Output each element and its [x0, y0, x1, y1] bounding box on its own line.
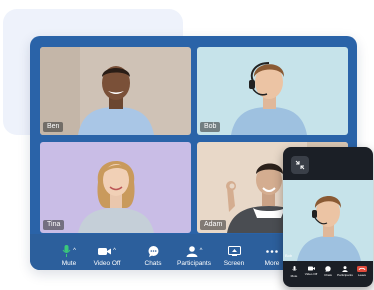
video-camera-icon — [307, 266, 315, 271]
mobile-participant-name: Bob — [285, 253, 293, 258]
mobile-mute-label: Mute — [290, 274, 298, 278]
mute-label: Mute — [61, 260, 77, 267]
participant-name-tag: Ben — [43, 122, 64, 132]
participant-video — [197, 47, 348, 135]
participant-name-tag: Adam — [200, 220, 227, 230]
chat-bubble-icon — [325, 266, 331, 272]
mobile-preview: Bob Mute Video Off Chats Participants Le… — [283, 147, 373, 287]
mobile-chats-button[interactable]: Chats — [321, 266, 335, 277]
mobile-chats-label: Chats — [324, 273, 332, 277]
mobile-video-label: Video Off — [304, 272, 318, 276]
mobile-video-button[interactable]: Video Off — [304, 266, 318, 276]
participant-name-tag: Bob — [200, 122, 221, 132]
participant-name-tag: Tina — [43, 220, 65, 230]
chevron-up-icon[interactable]: ^ — [73, 248, 76, 254]
mobile-leave-label: Leave — [357, 273, 367, 277]
chats-label: Chats — [144, 260, 162, 267]
more-dots-icon — [266, 249, 278, 253]
screen-share-button[interactable]: Screen — [222, 236, 246, 268]
chevron-up-icon[interactable]: ^ — [113, 248, 116, 254]
participants-icon — [342, 266, 348, 272]
mobile-mute-button[interactable]: Mute — [287, 266, 301, 278]
participants-button[interactable]: ^ Participants — [174, 236, 214, 268]
chat-bubble-icon — [148, 245, 158, 257]
conference-illustration: Ben Bob Tina Adam ^ Mute ^ Video Off Cha… — [0, 0, 374, 290]
participant-video — [40, 47, 191, 135]
collapse-arrows-icon — [295, 160, 305, 170]
video-tile-tina[interactable]: Tina — [40, 142, 191, 233]
participants-icon — [186, 245, 198, 257]
video-camera-icon — [98, 247, 112, 255]
video-off-label: Video Off — [93, 260, 121, 267]
video-tile-ben[interactable]: Ben — [40, 47, 191, 135]
mobile-participants-label: Participants — [337, 273, 353, 277]
collapse-button[interactable] — [291, 156, 309, 174]
chats-button[interactable]: Chats — [140, 236, 166, 268]
participants-label: Participants — [177, 260, 211, 267]
more-label: More — [264, 260, 280, 267]
mute-button[interactable]: ^ Mute — [56, 236, 82, 268]
microphone-icon — [291, 266, 297, 271]
screen-label: Screen — [223, 260, 245, 267]
screen-share-icon — [227, 246, 241, 256]
video-tile-bob[interactable]: Bob — [197, 47, 348, 135]
more-button[interactable]: More — [260, 236, 284, 268]
participant-video — [283, 180, 373, 261]
mobile-leave-button[interactable]: Leave — [355, 266, 369, 277]
chevron-up-icon[interactable]: ^ — [200, 248, 203, 254]
mobile-toolbar: Mute Video Off Chats Participants Leave — [283, 264, 373, 287]
microphone-icon — [62, 245, 71, 257]
end-call-icon — [357, 266, 367, 272]
video-off-button[interactable]: ^ Video Off — [90, 236, 124, 268]
mobile-participants-button[interactable]: Participants — [337, 266, 353, 277]
mobile-participant-video — [283, 180, 373, 261]
